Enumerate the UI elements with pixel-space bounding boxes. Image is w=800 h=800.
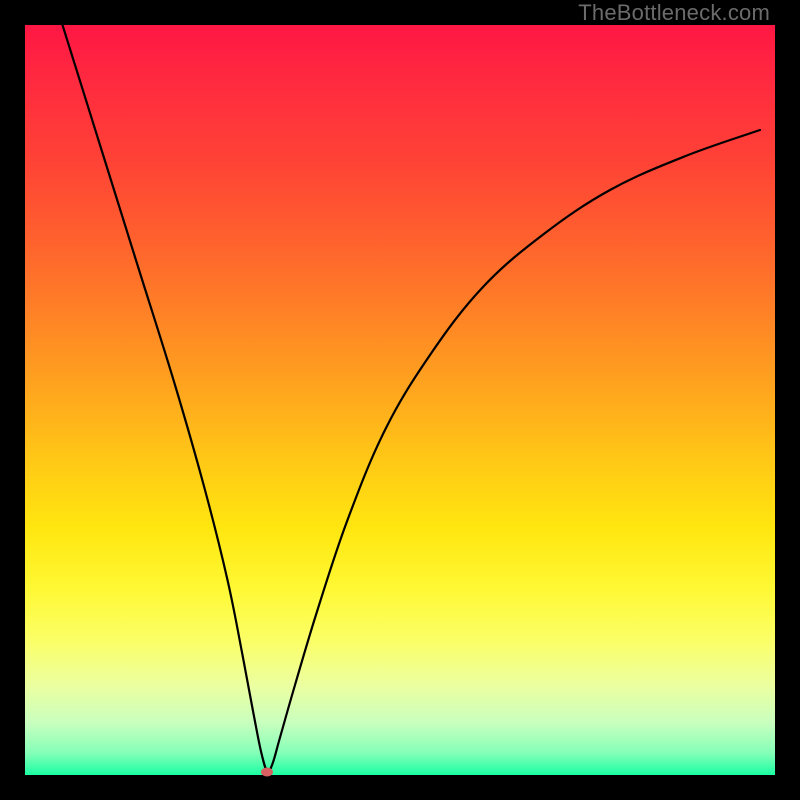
chart-frame: TheBottleneck.com — [0, 0, 800, 800]
optimal-point-marker — [261, 768, 273, 777]
watermark-text: TheBottleneck.com — [578, 0, 770, 26]
bottleneck-curve — [25, 25, 775, 775]
plot-area — [25, 25, 775, 775]
